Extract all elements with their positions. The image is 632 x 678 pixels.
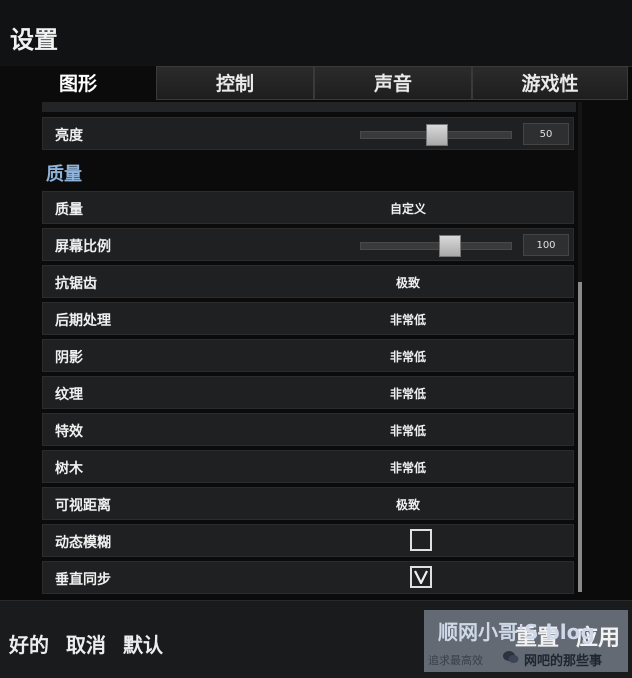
screen-scale-label: 屏幕比例: [55, 239, 111, 255]
option-value[interactable]: 非常低: [343, 459, 473, 476]
quality-row[interactable]: 质量 自定义: [42, 191, 574, 224]
tab-graphics[interactable]: 图形: [0, 66, 156, 100]
option-value[interactable]: 极致: [343, 496, 473, 513]
option-row-anti-aliasing[interactable]: 抗锯齿 极致: [42, 265, 574, 298]
watermark-title: 顺网小哥'S blog: [438, 620, 595, 644]
default-button[interactable]: 默认: [123, 629, 163, 658]
screen-scale-slider[interactable]: [360, 235, 512, 257]
tab-controls[interactable]: 控制: [156, 66, 314, 100]
option-row-foliage[interactable]: 树木 非常低: [42, 450, 574, 483]
option-label: 可视距离: [55, 498, 111, 514]
brightness-slider[interactable]: [360, 124, 512, 146]
brightness-label: 亮度: [55, 128, 83, 144]
option-value[interactable]: 非常低: [343, 422, 473, 439]
option-row-effects[interactable]: 特效 非常低: [42, 413, 574, 446]
screen-scale-row: 屏幕比例 100: [42, 228, 574, 261]
wechat-icon: [503, 651, 519, 663]
option-value[interactable]: 极致: [343, 274, 473, 291]
option-label: 阴影: [55, 350, 83, 366]
quality-section-heading: 质量: [46, 164, 82, 185]
option-row-post-processing[interactable]: 后期处理 非常低: [42, 302, 574, 335]
option-label: 抗锯齿: [55, 276, 97, 292]
screen-scale-slider-thumb[interactable]: [439, 235, 461, 257]
option-value[interactable]: 非常低: [343, 385, 473, 402]
option-row-shadows[interactable]: 阴影 非常低: [42, 339, 574, 372]
checkmark-icon: [414, 570, 428, 584]
vsync-row: 垂直同步: [42, 561, 574, 594]
watermark-subtitle: 追求最高效: [428, 654, 483, 667]
option-value[interactable]: 非常低: [343, 311, 473, 328]
quality-label: 质量: [55, 202, 83, 218]
motion-blur-checkbox[interactable]: [410, 529, 432, 551]
vsync-checkbox[interactable]: [410, 566, 432, 588]
option-row-view-distance[interactable]: 可视距离 极致: [42, 487, 574, 520]
brightness-row: 亮度 50: [42, 117, 574, 150]
panel-top-edge: [42, 102, 576, 112]
option-label: 纹理: [55, 387, 83, 403]
tab-gameplay[interactable]: 游戏性: [472, 66, 628, 100]
option-label: 后期处理: [55, 313, 111, 329]
option-label: 树木: [55, 461, 83, 477]
screen-scale-value[interactable]: 100: [523, 234, 569, 256]
option-value[interactable]: 非常低: [343, 348, 473, 365]
window-title: 设置: [10, 26, 58, 54]
tab-bar: 图形 控制 声音 游戏性: [0, 66, 632, 102]
ok-button[interactable]: 好的: [9, 629, 49, 658]
brightness-value[interactable]: 50: [523, 123, 569, 145]
quality-value[interactable]: 自定义: [343, 200, 473, 217]
watermark-account: 网吧的那些事: [524, 654, 603, 669]
tab-sound[interactable]: 声音: [314, 66, 472, 100]
option-label: 特效: [55, 424, 83, 440]
vsync-label: 垂直同步: [55, 572, 111, 588]
motion-blur-label: 动态模糊: [55, 535, 111, 551]
option-row-textures[interactable]: 纹理 非常低: [42, 376, 574, 409]
cancel-button[interactable]: 取消: [66, 629, 106, 658]
motion-blur-row: 动态模糊: [42, 524, 574, 557]
title-bar: 设置: [0, 0, 632, 67]
scrollbar-thumb[interactable]: [578, 282, 582, 592]
brightness-slider-thumb[interactable]: [426, 124, 448, 146]
settings-panel: 亮度 50 质量 质量 自定义 屏幕比例 100 抗锯齿 极致 后期处理 非常低…: [0, 102, 632, 600]
